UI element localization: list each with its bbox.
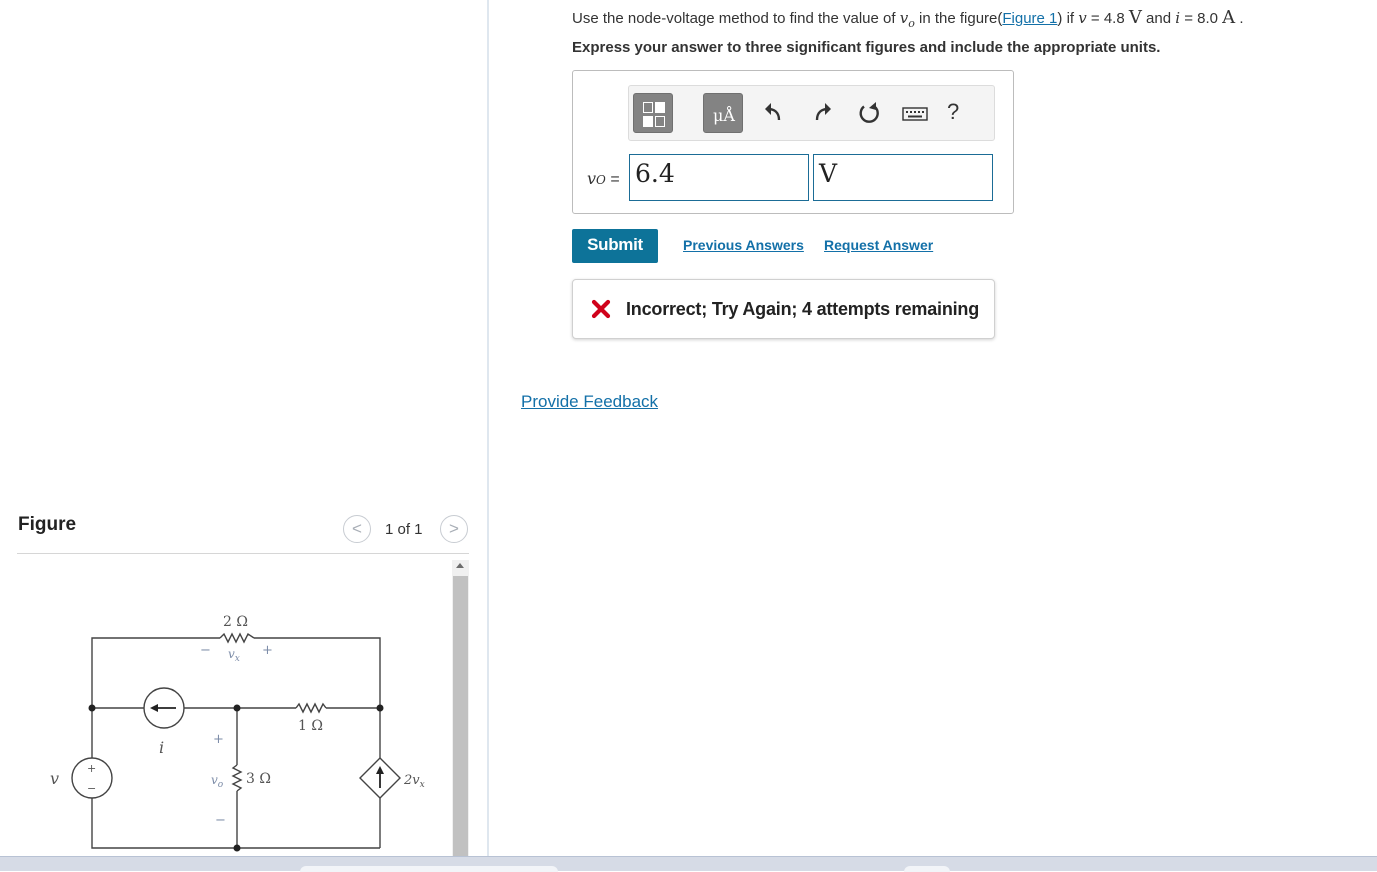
answer-unit-input[interactable]: V [813,154,993,201]
scrollbar-thumb[interactable] [453,576,468,856]
vx-plus: + [262,643,273,658]
problem-text-middle: in the figure( [914,10,1003,27]
units-button[interactable]: μÅ [703,93,743,133]
problem-eq2: = 8.0 [1180,10,1223,27]
panel-divider [487,0,489,856]
resistor-3ohm-label: 3 Ω [246,771,271,787]
unit-amp: A [1222,7,1236,28]
figure-divider [17,553,469,554]
previous-answers-link[interactable]: Previous Answers [683,237,804,253]
templates-icon [643,102,653,113]
undo-icon[interactable] [759,98,789,128]
vx-label: vx [228,647,240,664]
scroll-up-icon[interactable] [456,563,464,568]
provide-feedback-link[interactable]: Provide Feedback [521,392,658,412]
answer-value-input[interactable]: 6.4 [629,154,809,201]
var-vo: vo [899,9,915,30]
redo-icon[interactable] [807,98,837,128]
problem-period: . [1235,10,1244,27]
figure-prev-button[interactable]: < [343,515,371,543]
source-v-label: v [50,769,59,788]
units-button-label: μÅ [713,106,735,125]
resistor-2ohm-label: 2 Ω [223,614,248,630]
vo-minus: − [215,813,226,828]
instructions: Express your answer to three significant… [572,39,1161,56]
var-v: v [1078,9,1087,27]
problem-eq1: = 4.8 [1086,10,1129,27]
figure-scrollbar[interactable] [452,560,469,856]
vx-minus: − [200,643,211,658]
bottom-bar [0,856,1377,872]
problem-statement: Use the node-voltage method to find the … [572,7,1244,30]
templates-button[interactable] [633,93,673,133]
reset-icon[interactable] [854,98,884,128]
source-i-label: i [159,738,164,757]
answer-label: vO = [587,169,620,188]
figure-link[interactable]: Figure 1 [1002,10,1057,27]
feedback-text: Incorrect; Try Again; 4 attempts remaini… [626,299,980,319]
vo-plus: + [213,732,224,747]
vo-label: vo [211,773,224,790]
problem-text-and: and [1141,10,1176,27]
figure-next-button[interactable]: > [440,515,468,543]
dependent-source-label: 2vx [403,773,425,790]
feedback-message: Incorrect; Try Again; 4 attempts remaini… [572,279,995,339]
submit-button[interactable]: Submit [572,229,658,263]
source-plus: + [87,762,96,775]
help-button[interactable]: ? [947,99,959,125]
keyboard-icon[interactable] [900,98,930,128]
unit-volt: V [1128,7,1142,28]
request-answer-link[interactable]: Request Answer [824,237,933,253]
resistor-1ohm-label: 1 Ω [298,718,323,734]
problem-text: Use the node-voltage method to find the … [572,10,900,27]
source-minus: − [87,782,96,795]
x-icon [591,299,611,319]
problem-text-if: ) if [1057,10,1079,27]
figure-title: Figure [18,514,77,535]
math-toolbar: μÅ ? [628,85,995,141]
circuit-diagram: 2 Ω 1 Ω 3 Ω vx − + vo + − v i 2vx + − [50,614,425,852]
figure-counter: 1 of 1 [385,521,423,538]
